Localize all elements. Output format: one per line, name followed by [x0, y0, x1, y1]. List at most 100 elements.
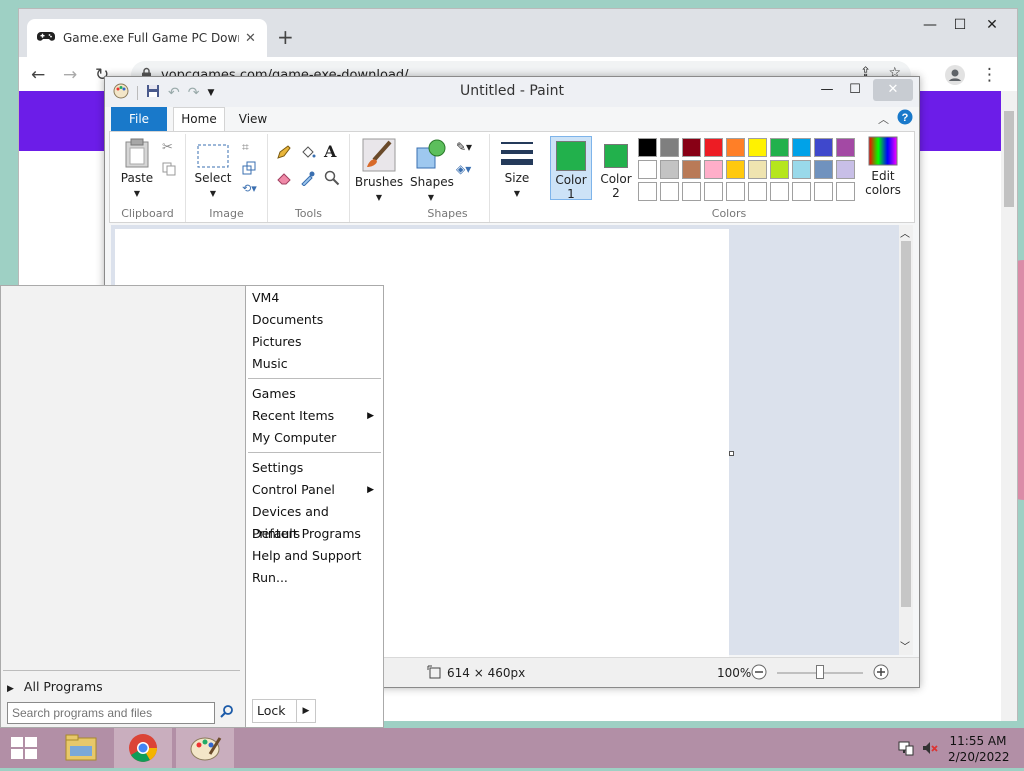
start-button[interactable]: [0, 728, 48, 768]
palette-swatch[interactable]: [792, 138, 811, 157]
start-menu-item-games[interactable]: Games: [252, 383, 380, 405]
palette-swatch[interactable]: [704, 182, 723, 201]
size-button[interactable]: Size ▼: [496, 140, 538, 199]
color2-button[interactable]: Color 2: [596, 136, 636, 200]
tab-file[interactable]: File: [111, 107, 167, 131]
palette-swatch[interactable]: [770, 160, 789, 179]
network-icon[interactable]: [898, 740, 914, 759]
eraser-icon[interactable]: [276, 170, 292, 189]
forward-icon[interactable]: →: [63, 65, 77, 85]
close-window-icon[interactable]: ✕: [975, 13, 1009, 37]
profile-icon[interactable]: [945, 65, 965, 90]
palette-swatch[interactable]: [792, 182, 811, 201]
taskbar-file-explorer[interactable]: [52, 728, 110, 768]
palette-swatch[interactable]: [814, 182, 833, 201]
fill-shape-icon[interactable]: ◈▾: [456, 162, 471, 176]
copy-icon[interactable]: [162, 162, 176, 179]
palette-swatch[interactable]: [682, 138, 701, 157]
menu-icon[interactable]: ⋮: [981, 65, 998, 85]
shapes-button[interactable]: Shapes ▼: [410, 138, 454, 203]
canvas-scrollbar[interactable]: ︿ ﹀: [899, 225, 913, 655]
start-menu-item-pictures[interactable]: Pictures: [252, 331, 380, 353]
palette-swatch[interactable]: [836, 160, 855, 179]
zoom-in-icon[interactable]: [873, 664, 889, 683]
palette-swatch[interactable]: [770, 138, 789, 157]
palette-swatch[interactable]: [836, 182, 855, 201]
start-menu-item-help-and-support[interactable]: Help and Support: [252, 545, 380, 567]
palette-swatch[interactable]: [748, 182, 767, 201]
chrome-tab[interactable]: Game.exe Full Game PC Download ✕: [27, 19, 267, 57]
volume-muted-icon[interactable]: [922, 740, 938, 759]
start-menu-item-control-panel[interactable]: Control Panel ▶: [252, 479, 380, 501]
palette-swatch[interactable]: [748, 160, 767, 179]
color-picker-icon[interactable]: [300, 170, 316, 189]
paste-button[interactable]: Paste ▼: [116, 138, 158, 199]
all-programs-button[interactable]: ▶ All Programs: [7, 678, 207, 700]
taskbar-paint[interactable]: [176, 728, 234, 768]
lock-options-button[interactable]: ▶: [296, 699, 316, 723]
brushes-button[interactable]: Brushes ▼: [354, 138, 404, 203]
minimize-icon[interactable]: —: [913, 13, 947, 37]
start-menu-item-documents[interactable]: Documents: [252, 309, 380, 331]
palette-swatch[interactable]: [660, 160, 679, 179]
pencil-icon[interactable]: [276, 144, 292, 163]
resize-icon[interactable]: [242, 161, 256, 178]
canvas-resize-handle[interactable]: [729, 451, 734, 456]
palette-swatch[interactable]: [814, 138, 833, 157]
palette-swatch[interactable]: [638, 182, 657, 201]
start-menu-item-my-computer[interactable]: My Computer: [252, 427, 380, 449]
outline-icon[interactable]: ✎▾: [456, 140, 472, 154]
zoom-slider-thumb[interactable]: [816, 665, 824, 679]
search-input[interactable]: [7, 702, 215, 724]
start-menu-item-settings[interactable]: Settings: [252, 457, 380, 479]
start-menu-item-devices-and-printers[interactable]: Devices and Printers: [252, 501, 380, 541]
rotate-icon[interactable]: ⟲▾: [242, 182, 257, 195]
select-button[interactable]: Select ▼: [192, 144, 234, 199]
palette-swatch[interactable]: [836, 138, 855, 157]
help-icon[interactable]: ?: [897, 109, 913, 128]
search-icon[interactable]: [219, 704, 235, 723]
palette-swatch[interactable]: [748, 138, 767, 157]
scrollbar-thumb[interactable]: [1004, 111, 1014, 207]
tab-view[interactable]: View: [231, 107, 275, 131]
clock[interactable]: 11:55 AM 2/20/2022: [948, 733, 1010, 765]
color1-button[interactable]: Color 1: [550, 136, 592, 201]
palette-swatch[interactable]: [726, 138, 745, 157]
palette-swatch[interactable]: [726, 160, 745, 179]
paint-minimize-icon[interactable]: —: [813, 79, 841, 101]
start-menu-item-default-programs[interactable]: Default Programs: [252, 523, 380, 545]
cut-icon[interactable]: ✂: [162, 140, 173, 155]
zoom-out-icon[interactable]: [751, 664, 767, 683]
page-scrollbar[interactable]: [1001, 91, 1017, 721]
paint-maximize-icon[interactable]: ☐: [841, 79, 869, 101]
start-menu-item-music[interactable]: Music: [252, 353, 380, 375]
canvas-scrollbar-thumb[interactable]: [901, 241, 911, 607]
back-icon[interactable]: ←: [31, 65, 45, 85]
palette-swatch[interactable]: [682, 160, 701, 179]
palette-swatch[interactable]: [682, 182, 701, 201]
palette-swatch[interactable]: [704, 160, 723, 179]
collapse-ribbon-icon[interactable]: ︿: [878, 111, 889, 127]
palette-swatch[interactable]: [792, 160, 811, 179]
taskbar-chrome[interactable]: [114, 728, 172, 768]
palette-swatch[interactable]: [770, 182, 789, 201]
paint-close-icon[interactable]: ✕: [873, 79, 913, 101]
text-icon[interactable]: A: [324, 142, 336, 161]
new-tab-icon[interactable]: +: [277, 25, 294, 49]
crop-icon[interactable]: ⌗: [242, 140, 249, 155]
palette-swatch[interactable]: [814, 160, 833, 179]
magnifier-icon[interactable]: [324, 170, 340, 189]
scroll-up-icon[interactable]: ︿: [900, 225, 910, 240]
start-menu-item-recent-items[interactable]: Recent Items ▶: [252, 405, 380, 427]
start-menu-item-run[interactable]: Run...: [252, 567, 380, 589]
scroll-down-icon[interactable]: ﹀: [900, 638, 910, 653]
palette-swatch[interactable]: [660, 182, 679, 201]
maximize-icon[interactable]: ☐: [943, 13, 977, 37]
fill-icon[interactable]: [300, 144, 316, 163]
start-menu-item-vm4[interactable]: VM4: [252, 287, 380, 309]
palette-swatch[interactable]: [704, 138, 723, 157]
close-tab-icon[interactable]: ✕: [245, 31, 256, 46]
tab-home[interactable]: Home: [173, 107, 225, 131]
palette-swatch[interactable]: [638, 138, 657, 157]
palette-swatch[interactable]: [638, 160, 657, 179]
